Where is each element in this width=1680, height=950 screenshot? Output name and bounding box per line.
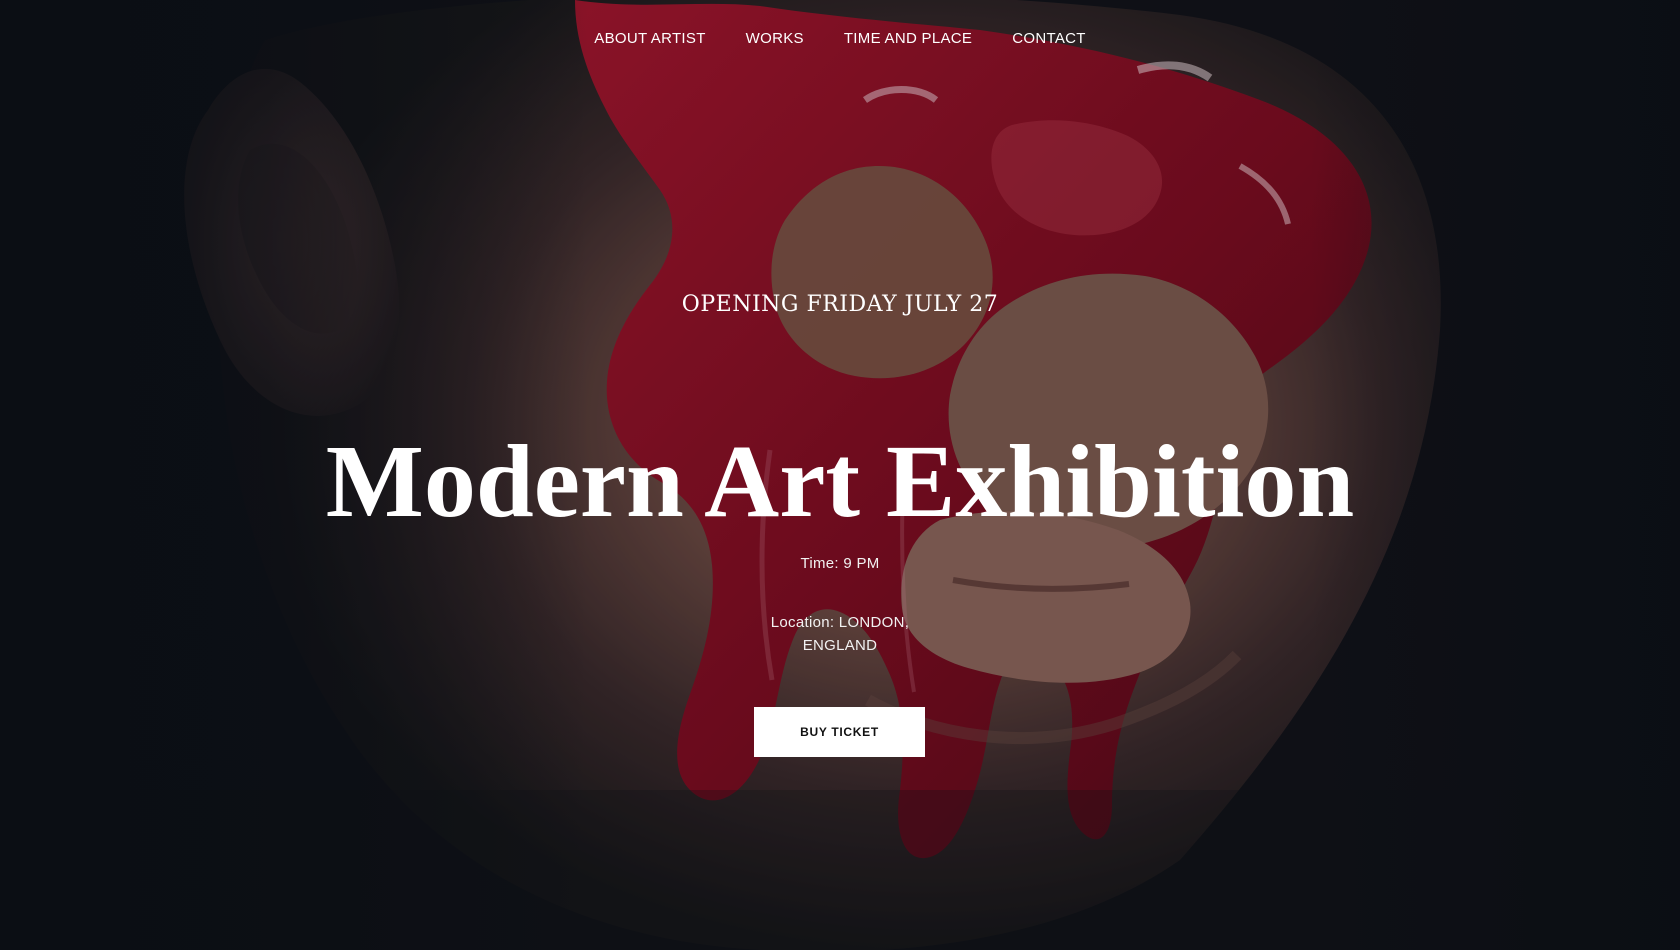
event-location: Location: LONDON, ENGLAND [0,611,1680,657]
exhibition-title: Modern Art Exhibition [325,423,1355,539]
location-line-one: Location: LONDON, [770,614,910,631]
opening-date: OPENING FRIDAY JULY 27 [681,292,999,317]
hero-section: ABOUT ARTIST WORKS TIME AND PLACE CONTAC… [0,0,1680,950]
nav-contact-link[interactable]: CONTACT [1012,30,1085,47]
nav-about-artist-link[interactable]: ABOUT ARTIST [594,30,705,47]
nav-works-link[interactable]: WORKS [746,30,804,47]
location-line-two: ENGLAND [802,637,878,654]
main-navigation: ABOUT ARTIST WORKS TIME AND PLACE CONTAC… [0,30,1680,47]
buy-ticket-button[interactable]: BUY TICKET [754,707,925,757]
event-time: Time: 9 PM [800,555,880,572]
nav-time-and-place-link[interactable]: TIME AND PLACE [844,30,972,47]
